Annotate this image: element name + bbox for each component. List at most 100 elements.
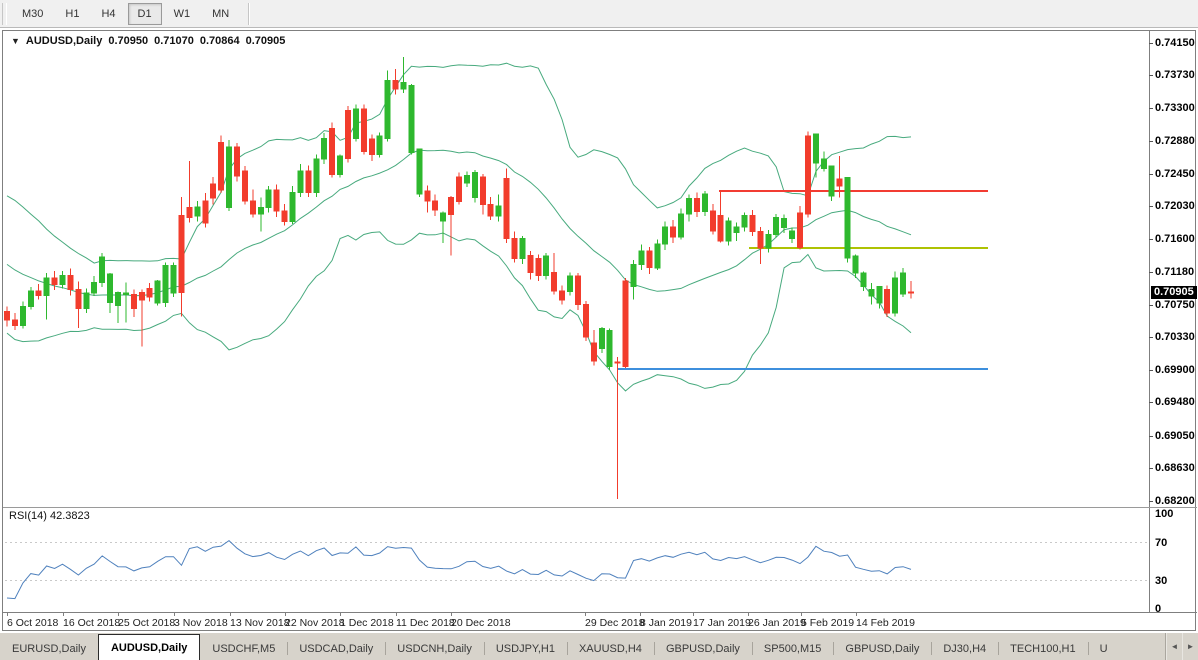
pane-splitter[interactable] — [3, 507, 1197, 508]
chart-tab-tech100-h1[interactable]: TECH100,H1 — [998, 638, 1089, 660]
rsi-axis-label: 70 — [1155, 536, 1168, 549]
date-axis-tick — [7, 612, 8, 616]
chart-tab-u[interactable]: U — [1088, 638, 1120, 660]
ohlc-close: 0.70905 — [245, 35, 286, 47]
date-axis-label: 25 Oct 2018 — [118, 617, 176, 629]
price-axis-label: 0.71600 — [1155, 233, 1195, 246]
price-axis-tick — [1149, 467, 1153, 469]
date-axis-tick — [693, 612, 694, 616]
price-axis-label: 0.68200 — [1155, 495, 1195, 507]
date-axis-tick — [230, 612, 231, 616]
price-axis-tick — [1149, 304, 1153, 306]
date-axis-tick — [801, 612, 802, 616]
date-axis-label: 26 Jan 2019 — [748, 617, 806, 629]
tab-scroll-left-icon[interactable]: ◄ — [1166, 633, 1182, 660]
ohlc-low: 0.70864 — [199, 35, 240, 47]
timeframe-button-D1[interactable]: D1 — [127, 2, 162, 25]
price-axis-label: 0.70750 — [1155, 298, 1195, 311]
tab-scroll-buttons: ◄ ► — [1165, 633, 1198, 660]
date-axis-label: 22 Nov 2018 — [285, 617, 345, 629]
rsi-indicator-label: RSI(14) 42.3823 — [9, 510, 90, 522]
main-chart-canvas[interactable] — [3, 31, 1197, 507]
price-axis-label: 0.72030 — [1155, 200, 1195, 213]
date-axis-tick — [748, 612, 749, 616]
price-axis-label: 0.68630 — [1155, 461, 1195, 474]
chart-tab-bar: EURUSD,Daily AUDUSD,Daily USDCHF,M5 USDCAD,… — [0, 632, 1198, 660]
ohlc-high: 0.71070 — [154, 35, 194, 47]
ohlc-open: 0.70950 — [108, 35, 149, 47]
price-axis-tick — [1149, 239, 1153, 241]
price-axis-tick — [1149, 370, 1153, 372]
date-axis-label: 16 Oct 2018 — [63, 617, 121, 629]
price-axis-label: 0.71180 — [1155, 265, 1195, 278]
chart-tab-xauusd-h4[interactable]: XAUUSD,H4 — [567, 638, 655, 660]
price-axis-label: 0.73300 — [1155, 102, 1195, 115]
timeframe-toolbar: M30 H1 H4 D1 W1 MN — [0, 0, 1198, 28]
date-axis-tick — [63, 612, 64, 616]
chart-tab-dj30-h4[interactable]: DJ30,H4 — [931, 638, 1000, 660]
price-axis-tick — [1149, 206, 1153, 208]
toolbar-grip[interactable] — [2, 2, 7, 25]
date-axis-label: 17 Jan 2019 — [693, 617, 751, 629]
price-axis-tick — [1149, 501, 1153, 502]
chart-title: ▼ AUDUSD,Daily 0.70950 0.71070 0.70864 0… — [11, 35, 285, 47]
price-axis-label: 0.73730 — [1155, 69, 1195, 82]
chart-tab-audusd-daily[interactable]: AUDUSD,Daily — [97, 634, 201, 660]
date-axis-tick — [585, 612, 586, 616]
price-axis-tick — [1149, 435, 1153, 437]
chart-tab-eurusd-daily[interactable]: EURUSD,Daily — [0, 638, 99, 660]
date-axis-tick — [451, 612, 452, 616]
toolbar-separator — [248, 2, 251, 25]
date-axis-tick — [340, 612, 341, 616]
chart-tab-usdcad-daily[interactable]: USDCAD,Daily — [287, 638, 387, 660]
chart-tab-usdjpy-h1[interactable]: USDJPY,H1 — [484, 638, 568, 660]
price-axis-label: 0.69050 — [1155, 429, 1195, 442]
date-axis-label: 13 Nov 2018 — [230, 617, 290, 629]
price-axis-label: 0.72880 — [1155, 134, 1195, 147]
price-axis-tick — [1149, 43, 1153, 44]
date-axis-label: 11 Dec 2018 — [396, 617, 455, 629]
date-axis-label: 5 Feb 2019 — [801, 617, 855, 629]
timeframe-button-H1[interactable]: H1 — [55, 3, 89, 25]
price-axis-tick — [1149, 271, 1153, 273]
date-axis-border — [3, 612, 1197, 613]
chart-tab-usdcnh-daily[interactable]: USDCNH,Daily — [385, 638, 485, 660]
date-axis-tick — [396, 612, 397, 616]
price-axis-label: 0.69480 — [1155, 396, 1195, 409]
date-axis-label: 3 Nov 2018 — [174, 617, 228, 629]
chevron-down-icon[interactable]: ▼ — [11, 36, 20, 46]
price-axis-border — [1149, 31, 1150, 612]
chart-tab-gbpusd-daily[interactable]: GBPUSD,Daily — [833, 638, 933, 660]
rsi-axis-label: 0 — [1155, 603, 1162, 615]
timeframe-button-MN[interactable]: MN — [202, 3, 239, 25]
date-axis-tick — [856, 612, 857, 616]
timeframe-buttons: M30 H1 H4 D1 W1 MN — [11, 2, 240, 25]
price-axis-tick — [1149, 75, 1153, 77]
chart-tab-sp500-m15[interactable]: SP500,M15 — [752, 638, 835, 660]
date-axis-label: 6 Oct 2018 — [7, 617, 59, 629]
date-axis-label: 20 Dec 2018 — [451, 617, 511, 629]
price-axis-label: 0.70330 — [1155, 331, 1195, 344]
date-axis-label: 8 Jan 2019 — [640, 617, 692, 629]
date-axis-tick — [118, 612, 119, 616]
price-axis-tick — [1149, 337, 1153, 339]
date-axis-label: 29 Dec 2018 — [585, 617, 645, 629]
chart-tab-usdchf-m5[interactable]: USDCHF,M5 — [200, 638, 289, 660]
price-axis-label: 0.69900 — [1155, 364, 1195, 377]
date-axis-label: 1 Dec 2018 — [340, 617, 394, 629]
price-axis-tick — [1149, 140, 1153, 142]
rsi-axis-label: 100 — [1155, 508, 1174, 520]
timeframe-button-M30[interactable]: M30 — [12, 3, 53, 25]
timeframe-button-W1[interactable]: W1 — [164, 3, 201, 25]
chart-window: ▼ AUDUSD,Daily 0.70950 0.71070 0.70864 0… — [2, 30, 1197, 631]
chart-tab-gbpusd-daily[interactable]: GBPUSD,Daily — [654, 638, 753, 660]
tab-scroll-right-icon[interactable]: ► — [1182, 633, 1198, 660]
price-axis-tick — [1149, 402, 1153, 404]
date-axis-label: 14 Feb 2019 — [856, 617, 915, 629]
timeframe-button-H4[interactable]: H4 — [91, 3, 125, 25]
price-axis-tick — [1149, 173, 1153, 175]
rsi-canvas[interactable] — [3, 508, 1197, 612]
price-axis-label: 0.74150 — [1155, 37, 1195, 49]
metatrader-window: M30 H1 H4 D1 W1 MN ▼ AUDUSD,Daily 0.70950 0.7… — [0, 0, 1198, 660]
price-axis-tick — [1149, 108, 1153, 110]
